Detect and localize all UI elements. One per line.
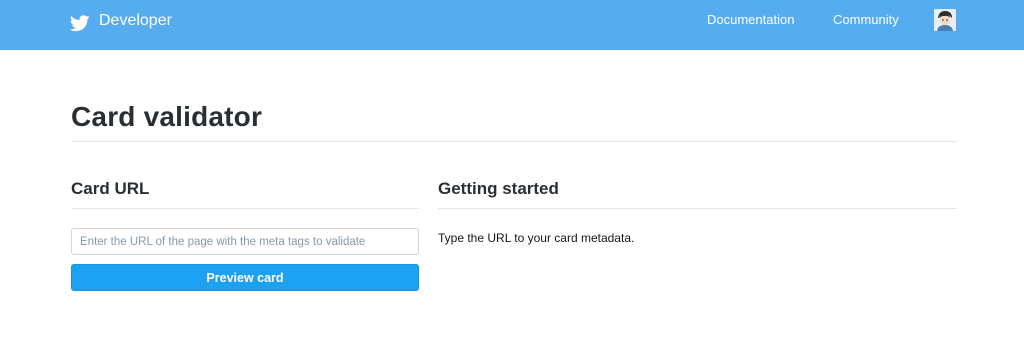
- card-url-input[interactable]: [71, 228, 419, 255]
- getting-started-divider: [438, 208, 957, 209]
- user-avatar-icon: [934, 9, 956, 31]
- user-avatar[interactable]: [934, 9, 956, 31]
- nav-documentation-link[interactable]: Documentation: [707, 12, 794, 28]
- nav-community-link[interactable]: Community: [833, 12, 899, 28]
- card-url-heading: Card URL: [71, 179, 150, 198]
- developer-brand-label: Developer: [99, 12, 172, 29]
- title-divider: [71, 141, 957, 142]
- developer-home-link[interactable]: Developer: [70, 9, 172, 33]
- card-url-divider: [71, 208, 419, 209]
- top-navigation-bar: Developer Documentation Community: [0, 0, 1024, 50]
- twitter-bird-icon: [70, 14, 90, 31]
- getting-started-text: Type the URL to your card metadata.: [438, 231, 635, 245]
- page-title: Card validator: [71, 101, 263, 132]
- getting-started-heading: Getting started: [438, 179, 559, 198]
- preview-card-button[interactable]: Preview card: [71, 264, 419, 291]
